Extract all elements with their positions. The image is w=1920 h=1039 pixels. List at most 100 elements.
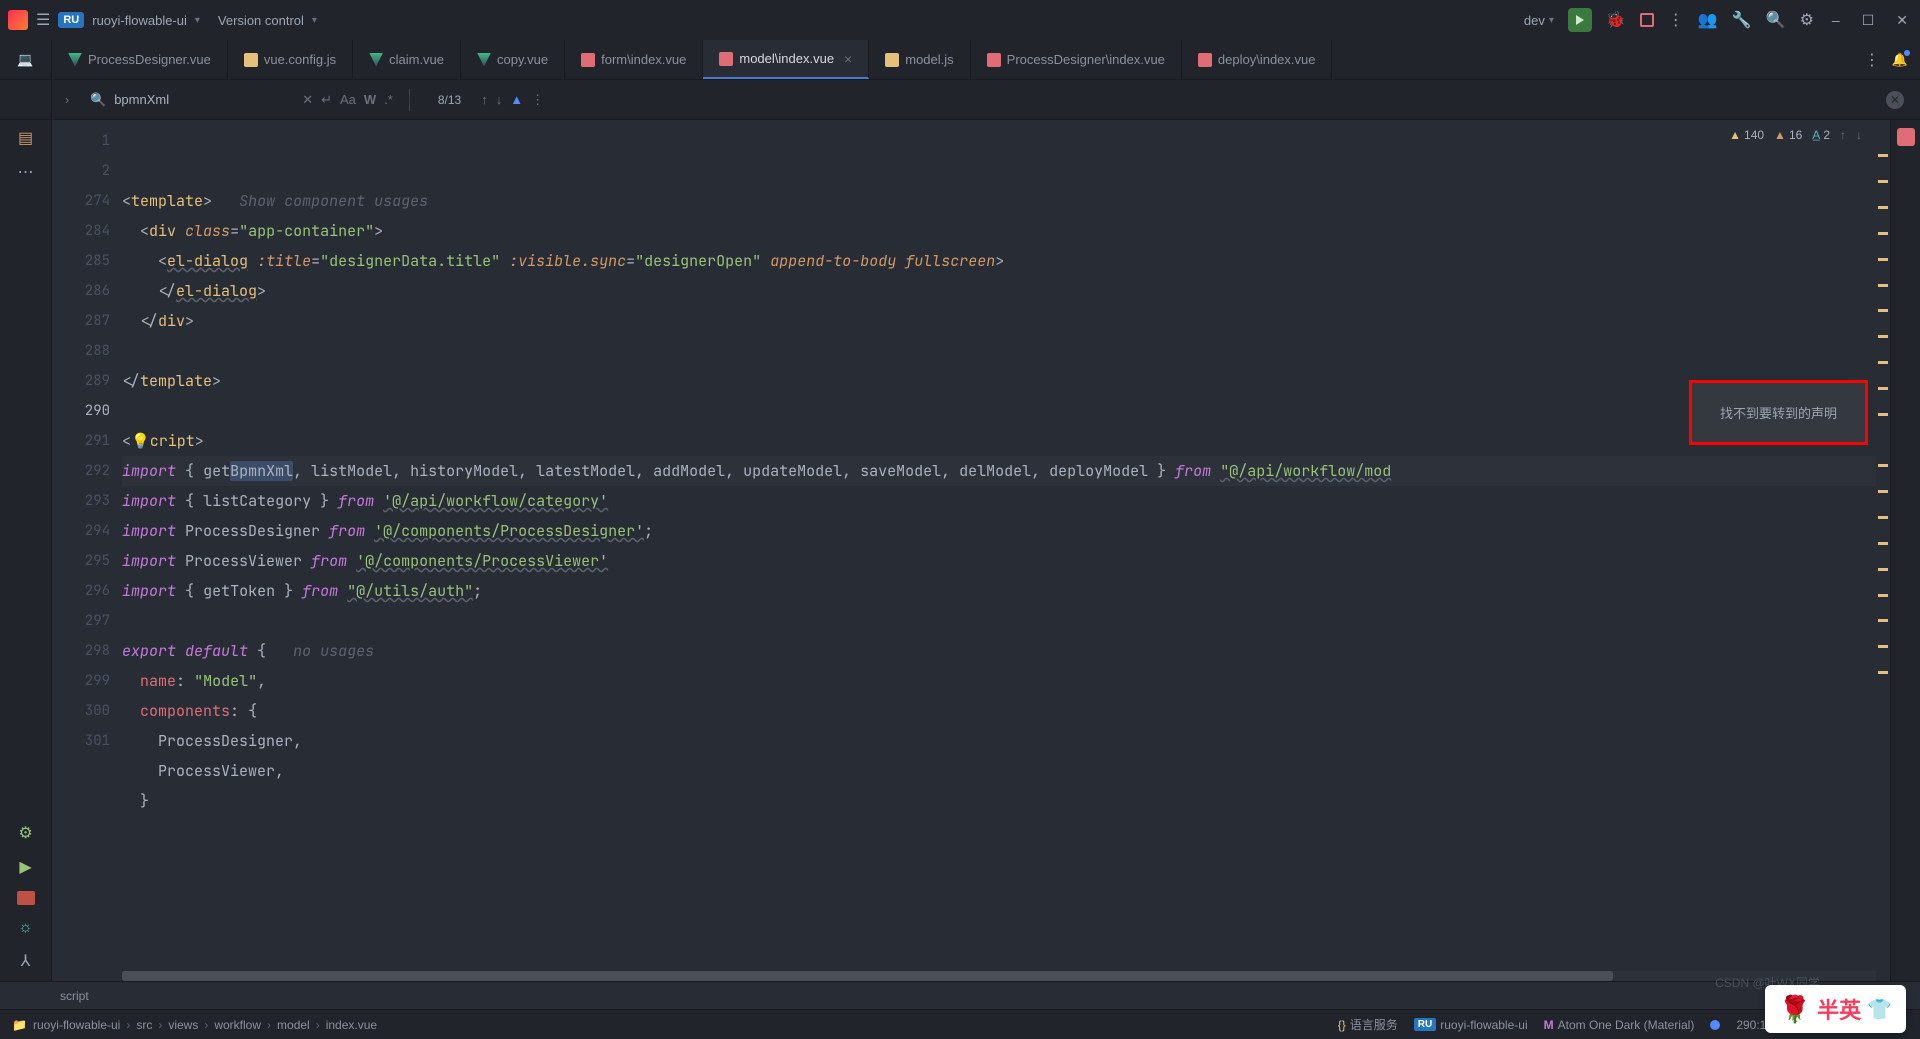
- code-line[interactable]: import ProcessDesigner from '@/component…: [122, 516, 1890, 546]
- tab-label: copy.vue: [497, 52, 548, 67]
- version-control-label[interactable]: Version control: [218, 13, 304, 28]
- code-line[interactable]: }: [122, 786, 1890, 816]
- minimize-icon[interactable]: –: [1828, 8, 1844, 32]
- project-status[interactable]: RUruoyi-flowable-ui: [1414, 1018, 1528, 1032]
- file-type-icon: [1198, 53, 1212, 67]
- problems-icon[interactable]: ☼: [18, 919, 33, 937]
- code-line[interactable]: </div>: [122, 306, 1890, 336]
- left-tool-window-bar: ▤ ⋯ ⚙ ▶ ☼ ⅄: [0, 120, 52, 981]
- notifications-icon[interactable]: 🔔: [1892, 52, 1908, 68]
- titlebar-right: ⃴ dev ▾ 🐞 ⋮ 👥 🔧 🔍 ⚙ – ☐ ✕: [1520, 8, 1912, 33]
- code-line[interactable]: import { listCategory } from '@/api/work…: [122, 486, 1890, 516]
- find-collapse-toggle[interactable]: ›: [52, 92, 82, 107]
- tab-claim-vue[interactable]: claim.vue: [353, 40, 461, 79]
- find-input[interactable]: [114, 92, 294, 107]
- maximize-icon[interactable]: ☐: [1858, 8, 1879, 33]
- filter-icon[interactable]: ▲: [510, 92, 523, 107]
- code-line[interactable]: name: "Model",: [122, 666, 1890, 696]
- more-vertical-icon[interactable]: ⋮: [1668, 10, 1684, 30]
- gear-icon[interactable]: ⚙: [18, 823, 32, 843]
- tab-deploy-index-vue[interactable]: deploy\index.vue: [1182, 40, 1333, 79]
- lang-service-status[interactable]: {}语言服务: [1338, 1016, 1398, 1033]
- ide-logo-icon[interactable]: [8, 10, 28, 30]
- error-stripe[interactable]: [1876, 120, 1890, 981]
- code-line[interactable]: <template> Show component usages: [122, 186, 1890, 216]
- close-find-icon[interactable]: ✕: [1886, 91, 1904, 109]
- code-line[interactable]: <💡cript>: [122, 426, 1890, 456]
- code-line[interactable]: [122, 396, 1890, 426]
- more-vertical-icon[interactable]: ⋮: [531, 92, 544, 108]
- line-number-gutter[interactable]: 1227428428528628728828929029129229329429…: [52, 120, 122, 981]
- chevron-down-icon[interactable]: ▾: [312, 15, 317, 26]
- tab-ProcessDesigner-index-vue[interactable]: ProcessDesigner\index.vue: [971, 40, 1182, 79]
- stop-icon[interactable]: [1640, 13, 1654, 27]
- code-with-me-icon[interactable]: 👥: [1698, 10, 1718, 30]
- whole-word-toggle[interactable]: W: [364, 92, 376, 107]
- breadcrumb-item[interactable]: ruoyi-flowable-ui: [33, 1018, 120, 1032]
- git-icon[interactable]: ⅄: [21, 951, 31, 971]
- breadcrumb-item[interactable]: src: [136, 1018, 152, 1032]
- code-line[interactable]: [122, 606, 1890, 636]
- run-tool-icon[interactable]: ▶: [19, 857, 31, 877]
- tools-icon[interactable]: 🔧: [1732, 10, 1752, 30]
- scrollbar-thumb[interactable]: [122, 971, 1613, 981]
- arrow-down-icon[interactable]: ↓: [1856, 128, 1862, 142]
- hamburger-icon[interactable]: ☰: [36, 10, 50, 30]
- code-line[interactable]: import ProcessViewer from '@/components/…: [122, 546, 1890, 576]
- code-line[interactable]: import { getToken } from "@/utils/auth";: [122, 576, 1890, 606]
- more-vertical-icon[interactable]: ⋮: [1864, 50, 1880, 70]
- newline-icon[interactable]: ↵: [321, 92, 332, 108]
- breadcrumb-item[interactable]: model: [277, 1018, 310, 1032]
- code-line[interactable]: ProcessViewer,: [122, 756, 1890, 786]
- code-line[interactable]: components: {: [122, 696, 1890, 726]
- code-line[interactable]: <div class="app-container">: [122, 216, 1890, 246]
- inspections-widget[interactable]: ▲140 ▲16 A̲2 ↑ ↓: [1729, 128, 1862, 142]
- editor[interactable]: ▲140 ▲16 A̲2 ↑ ↓ 12274284285286287288289…: [52, 120, 1890, 981]
- tab-form-index-vue[interactable]: form\index.vue: [565, 40, 703, 79]
- status-dot-icon[interactable]: [1710, 1020, 1720, 1030]
- structure-icon[interactable]: ▤: [18, 128, 33, 148]
- code-line[interactable]: export default { no usages: [122, 636, 1890, 666]
- arrow-up-icon[interactable]: ↑: [1840, 128, 1846, 142]
- breadcrumb-item[interactable]: index.vue: [326, 1018, 377, 1032]
- more-horizontal-icon[interactable]: ⋯: [18, 162, 34, 182]
- tab-vue-config-js[interactable]: vue.config.js: [228, 40, 353, 79]
- debug-icon[interactable]: 🐞: [1606, 10, 1626, 30]
- tab-copy-vue[interactable]: copy.vue: [461, 40, 565, 79]
- database-tool-icon[interactable]: [1897, 128, 1915, 146]
- tab-model-js[interactable]: model.js: [869, 40, 970, 79]
- next-match-icon[interactable]: ↓: [496, 92, 503, 107]
- breadcrumb-item[interactable]: workflow: [214, 1018, 261, 1032]
- code-line[interactable]: [122, 336, 1890, 366]
- match-case-toggle[interactable]: Aa: [340, 92, 356, 107]
- tab-model-index-vue[interactable]: model\index.vue×: [703, 40, 869, 79]
- horizontal-scrollbar[interactable]: [122, 971, 1876, 981]
- code-line[interactable]: </template>: [122, 366, 1890, 396]
- project-tool-button[interactable]: 💻: [0, 40, 52, 79]
- play-icon: [1576, 15, 1584, 25]
- chevron-down-icon[interactable]: ▾: [195, 15, 200, 26]
- code-line[interactable]: <el-dialog :title="designerData.title" :…: [122, 246, 1890, 276]
- breadcrumb-item[interactable]: views: [168, 1018, 198, 1032]
- project-name[interactable]: ruoyi-flowable-ui: [92, 13, 187, 28]
- code-line[interactable]: import { getBpmnXml, listModel, historyM…: [122, 456, 1890, 486]
- code-line[interactable]: ProcessDesigner,: [122, 726, 1890, 756]
- code-text-area[interactable]: <template> Show component usages <div cl…: [122, 120, 1890, 981]
- close-icon[interactable]: ✕: [1892, 8, 1912, 33]
- breadcrumb[interactable]: 📁ruoyi-flowable-ui › src › views › workf…: [12, 1018, 1338, 1032]
- clear-search-icon[interactable]: ✕: [302, 92, 313, 108]
- git-branch-chip[interactable]: ⃴ dev ▾: [1520, 13, 1554, 28]
- search-icon[interactable]: 🔍: [1766, 10, 1786, 30]
- tab-label: ProcessDesigner.vue: [88, 52, 211, 67]
- run-button[interactable]: [1568, 8, 1592, 32]
- code-line[interactable]: </el-dialog>: [122, 276, 1890, 306]
- tab-label: ProcessDesigner\index.vue: [1007, 52, 1165, 67]
- tab-ProcessDesigner-vue[interactable]: ProcessDesigner.vue: [52, 40, 228, 79]
- weak-warning-icon: ▲: [1774, 128, 1786, 142]
- terminal-icon[interactable]: [17, 891, 35, 905]
- close-tab-icon[interactable]: ×: [844, 51, 852, 67]
- settings-icon[interactable]: ⚙: [1800, 10, 1814, 30]
- theme-status[interactable]: MAtom One Dark (Material): [1544, 1018, 1695, 1032]
- regex-toggle[interactable]: .*: [384, 92, 393, 107]
- prev-match-icon[interactable]: ↑: [481, 92, 488, 107]
